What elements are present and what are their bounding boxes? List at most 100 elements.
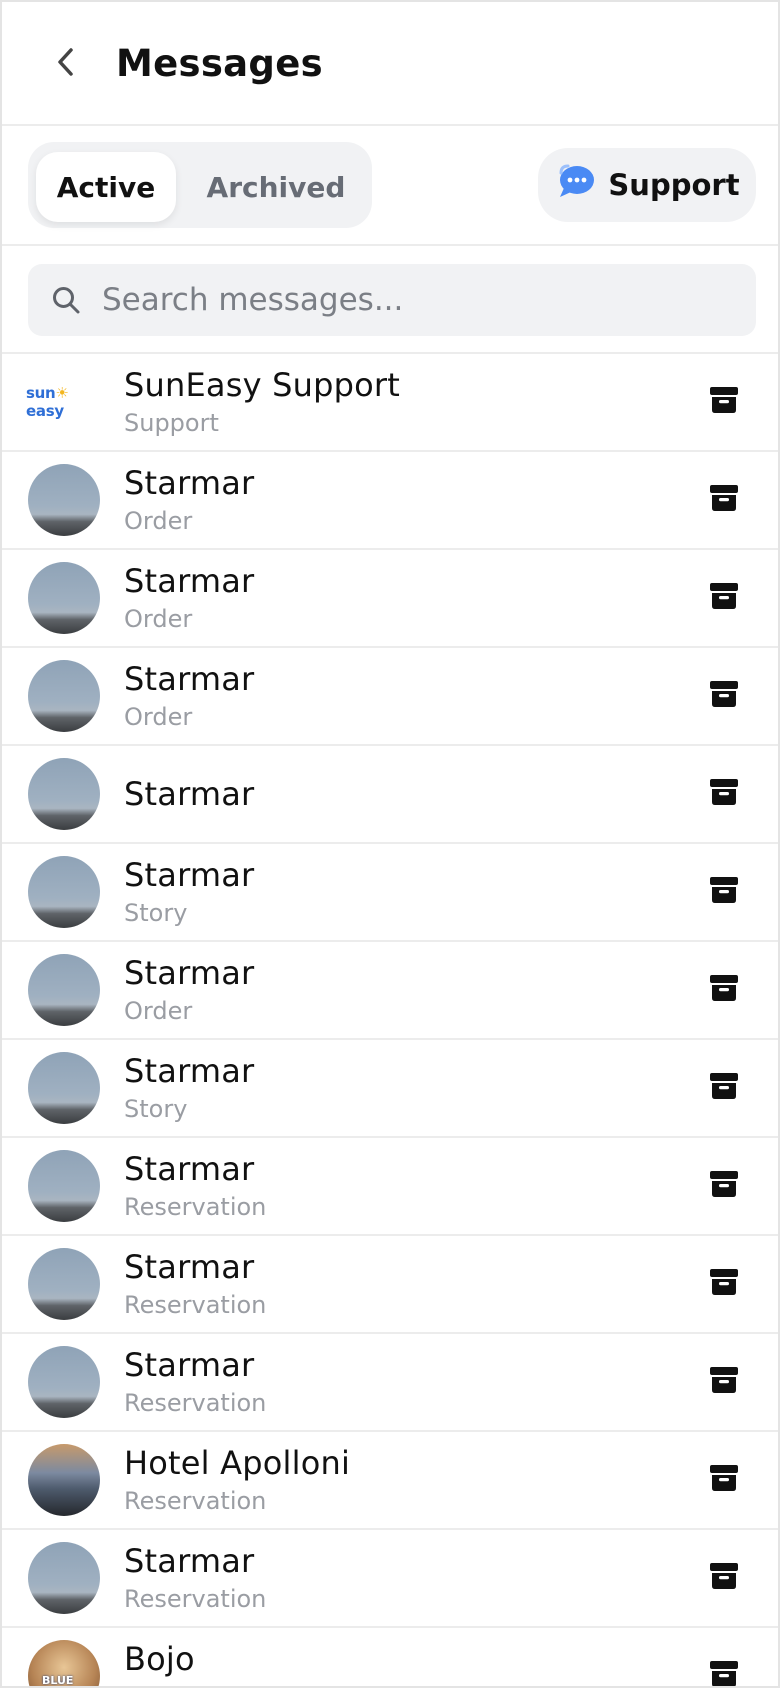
conversation-row[interactable]: Hotel Apolloni Reservation bbox=[2, 1432, 778, 1530]
conversation-type: Support bbox=[124, 409, 219, 437]
row-text: Starmar Reservation bbox=[124, 1530, 266, 1626]
conversation-name: SunEasy Support bbox=[124, 366, 400, 404]
header: Messages bbox=[2, 2, 778, 126]
archive-button[interactable] bbox=[708, 484, 740, 516]
conversation-row[interactable]: Starmar Order bbox=[2, 942, 778, 1040]
archive-button[interactable] bbox=[708, 386, 740, 418]
row-text: SunEasy Support Support bbox=[124, 354, 400, 450]
messages-screen: Messages Active Archived Support Search … bbox=[0, 0, 780, 1688]
conversation-type: Reservation bbox=[124, 1389, 267, 1417]
conversation-row[interactable]: Starmar Order bbox=[2, 452, 778, 550]
archive-button[interactable] bbox=[708, 1366, 740, 1398]
archive-button[interactable] bbox=[708, 582, 740, 614]
archive-icon bbox=[709, 1170, 739, 1202]
row-text: Starmar Reservation bbox=[124, 1236, 266, 1332]
conversation-type: Story bbox=[124, 899, 188, 927]
archive-icon bbox=[709, 974, 739, 1006]
archive-button[interactable] bbox=[708, 1268, 740, 1300]
conversation-name: Hotel Apolloni bbox=[124, 1444, 351, 1482]
avatar-text: BLUE bbox=[42, 1674, 74, 1687]
archive-icon bbox=[709, 1562, 739, 1594]
archive-icon bbox=[709, 876, 739, 908]
conversation-row[interactable]: Starmar Order bbox=[2, 550, 778, 648]
archive-icon bbox=[709, 582, 739, 614]
archive-button[interactable] bbox=[708, 1660, 740, 1686]
archive-button[interactable] bbox=[708, 778, 740, 810]
archive-icon bbox=[709, 1464, 739, 1496]
chevron-left-icon bbox=[55, 47, 77, 81]
conversation-row[interactable]: BLUE Bojo Reservation bbox=[2, 1628, 778, 1687]
conversation-row[interactable]: Starmar bbox=[2, 746, 778, 844]
tabs-row: Active Archived Support bbox=[2, 126, 778, 246]
archive-icon bbox=[709, 1366, 739, 1398]
sun-icon: ☀ bbox=[55, 384, 69, 402]
conversation-type: Reservation bbox=[124, 1681, 266, 1686]
conversation-name: Starmar bbox=[124, 775, 255, 813]
archive-icon bbox=[709, 1072, 739, 1104]
archive-icon bbox=[709, 1660, 739, 1686]
conversation-list: sun☀easy SunEasy Support Support Starmar Ord… bbox=[2, 354, 778, 1687]
archive-button[interactable] bbox=[708, 680, 740, 712]
avatar bbox=[28, 1248, 100, 1320]
back-button[interactable] bbox=[46, 40, 86, 88]
avatar bbox=[28, 1150, 100, 1222]
row-text: Starmar Order bbox=[124, 648, 254, 744]
conversation-row[interactable]: Starmar Reservation bbox=[2, 1530, 778, 1628]
page-title: Messages bbox=[116, 42, 323, 85]
conversation-row[interactable]: Starmar Order bbox=[2, 648, 778, 746]
logo-text-easy: easy bbox=[26, 402, 64, 420]
row-text: Starmar Order bbox=[124, 452, 254, 548]
avatar bbox=[28, 1444, 100, 1516]
avatar: BLUE bbox=[28, 1640, 100, 1687]
conversation-row[interactable]: Starmar Story bbox=[2, 1040, 778, 1138]
conversation-row[interactable]: Starmar Reservation bbox=[2, 1138, 778, 1236]
search-input[interactable] bbox=[102, 282, 722, 318]
avatar bbox=[28, 562, 100, 634]
row-text: Starmar Reservation bbox=[124, 1334, 266, 1430]
logo-text-sun: sun bbox=[26, 384, 56, 402]
archive-icon bbox=[709, 484, 739, 516]
avatar bbox=[28, 1346, 100, 1418]
conversation-name: Bojo bbox=[124, 1640, 195, 1678]
archive-button[interactable] bbox=[708, 1464, 740, 1496]
conversation-name: Starmar bbox=[124, 464, 255, 502]
conversation-type: Reservation bbox=[124, 1291, 267, 1319]
search-icon bbox=[48, 282, 84, 318]
archive-icon bbox=[709, 386, 739, 418]
archive-icon bbox=[709, 778, 739, 810]
row-text: Starmar Story bbox=[124, 844, 254, 940]
avatar bbox=[28, 954, 100, 1026]
conversation-name: Starmar bbox=[124, 660, 255, 698]
row-text: Starmar Story bbox=[124, 1040, 254, 1136]
segmented-control: Active Archived bbox=[28, 142, 372, 228]
archive-button[interactable] bbox=[708, 1562, 740, 1594]
archive-icon bbox=[709, 1268, 739, 1300]
conversation-row[interactable]: Starmar Story bbox=[2, 844, 778, 942]
conversation-type: Reservation bbox=[124, 1585, 267, 1613]
avatar bbox=[28, 1542, 100, 1614]
tab-active[interactable]: Active bbox=[36, 152, 176, 222]
conversation-row[interactable]: Starmar Reservation bbox=[2, 1236, 778, 1334]
conversation-type: Reservation bbox=[124, 1193, 267, 1221]
row-text: Starmar Order bbox=[124, 942, 254, 1038]
conversation-type: Order bbox=[124, 997, 193, 1025]
search-bar[interactable] bbox=[28, 264, 756, 336]
conversation-name: Starmar bbox=[124, 562, 255, 600]
support-button[interactable]: Support bbox=[538, 148, 756, 222]
conversation-name: Starmar bbox=[124, 1346, 255, 1384]
conversation-row[interactable]: Starmar Reservation bbox=[2, 1334, 778, 1432]
row-text: Bojo Reservation bbox=[124, 1628, 266, 1686]
row-text: Starmar bbox=[124, 746, 254, 842]
tab-archived[interactable]: Archived bbox=[194, 152, 358, 222]
archive-icon bbox=[709, 680, 739, 712]
avatar: sun☀easy bbox=[26, 366, 102, 438]
archive-button[interactable] bbox=[708, 1072, 740, 1104]
avatar bbox=[28, 856, 100, 928]
support-label: Support bbox=[608, 168, 740, 202]
avatar bbox=[28, 1052, 100, 1124]
archive-button[interactable] bbox=[708, 876, 740, 908]
archive-button[interactable] bbox=[708, 974, 740, 1006]
conversation-row[interactable]: sun☀easy SunEasy Support Support bbox=[2, 354, 778, 452]
archive-button[interactable] bbox=[708, 1170, 740, 1202]
row-text: Hotel Apolloni Reservation bbox=[124, 1432, 350, 1528]
